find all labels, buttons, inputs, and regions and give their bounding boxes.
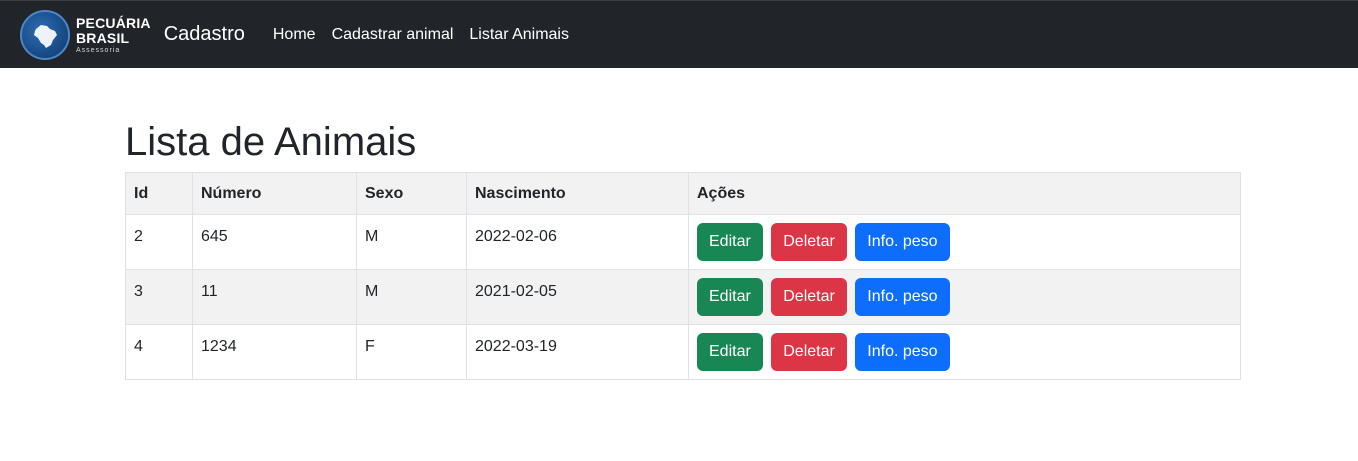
cell-actions: Editar Deletar Info. peso bbox=[688, 324, 1241, 380]
info-peso-button[interactable]: Info. peso bbox=[855, 278, 950, 316]
header-acoes: Ações bbox=[688, 172, 1241, 215]
delete-button[interactable]: Deletar bbox=[771, 278, 847, 316]
cell-id: 3 bbox=[125, 269, 193, 325]
page-title: Lista de Animais bbox=[125, 120, 417, 164]
navbar: PECUÁRIA BRASIL Assessoria Cadastro Home… bbox=[0, 0, 1358, 68]
table-row: 3 11 M 2021-02-05 Editar Deletar Info. p… bbox=[125, 269, 1241, 325]
brazil-map-icon bbox=[20, 9, 70, 60]
cell-nascimento: 2021-02-05 bbox=[466, 269, 689, 325]
edit-button[interactable]: Editar bbox=[697, 223, 763, 261]
info-peso-button[interactable]: Info. peso bbox=[855, 223, 950, 261]
nav-link-home[interactable]: Home bbox=[273, 26, 316, 44]
delete-button[interactable]: Deletar bbox=[771, 333, 847, 371]
edit-button[interactable]: Editar bbox=[697, 278, 763, 316]
table-row: 4 1234 F 2022-03-19 Editar Deletar Info.… bbox=[125, 324, 1241, 380]
table-row: 2 645 M 2022-02-06 Editar Deletar Info. … bbox=[125, 214, 1241, 270]
cell-nascimento: 2022-03-19 bbox=[466, 324, 689, 380]
info-peso-button[interactable]: Info. peso bbox=[855, 333, 950, 371]
nav-link-listar-animais[interactable]: Listar Animais bbox=[469, 26, 569, 44]
logo-text-line2: BRASIL bbox=[76, 29, 130, 46]
app-title[interactable]: Cadastro bbox=[164, 23, 245, 46]
cell-id: 4 bbox=[125, 324, 193, 380]
cell-id: 2 bbox=[125, 214, 193, 270]
header-sexo: Sexo bbox=[356, 172, 467, 215]
brand-logo-link[interactable]: PECUÁRIA BRASIL Assessoria bbox=[20, 9, 151, 60]
edit-button[interactable]: Editar bbox=[697, 333, 763, 371]
header-numero: Número bbox=[192, 172, 357, 215]
table-header-row: Id Número Sexo Nascimento Ações bbox=[125, 172, 1241, 215]
logo-text-line3: Assessoria bbox=[76, 46, 121, 54]
logo-text: PECUÁRIA BRASIL Assessoria bbox=[76, 16, 151, 54]
header-nascimento: Nascimento bbox=[466, 172, 689, 215]
cell-numero: 11 bbox=[192, 269, 357, 325]
cell-nascimento: 2022-02-06 bbox=[466, 214, 689, 270]
cell-actions: Editar Deletar Info. peso bbox=[688, 269, 1241, 325]
logo-text-line1: PECUÁRIA bbox=[76, 14, 151, 31]
nav-link-cadastrar-animal[interactable]: Cadastrar animal bbox=[332, 26, 454, 44]
animals-table: Id Número Sexo Nascimento Ações 2 645 M … bbox=[125, 172, 1241, 380]
nav-links: Home Cadastrar animal Listar Animais bbox=[273, 26, 585, 44]
header-id: Id bbox=[125, 172, 193, 215]
cell-sexo: F bbox=[356, 324, 467, 380]
cell-actions: Editar Deletar Info. peso bbox=[688, 214, 1241, 270]
cell-numero: 1234 bbox=[192, 324, 357, 380]
cell-sexo: M bbox=[356, 269, 467, 325]
cell-sexo: M bbox=[356, 214, 467, 270]
delete-button[interactable]: Deletar bbox=[771, 223, 847, 261]
cell-numero: 645 bbox=[192, 214, 357, 270]
